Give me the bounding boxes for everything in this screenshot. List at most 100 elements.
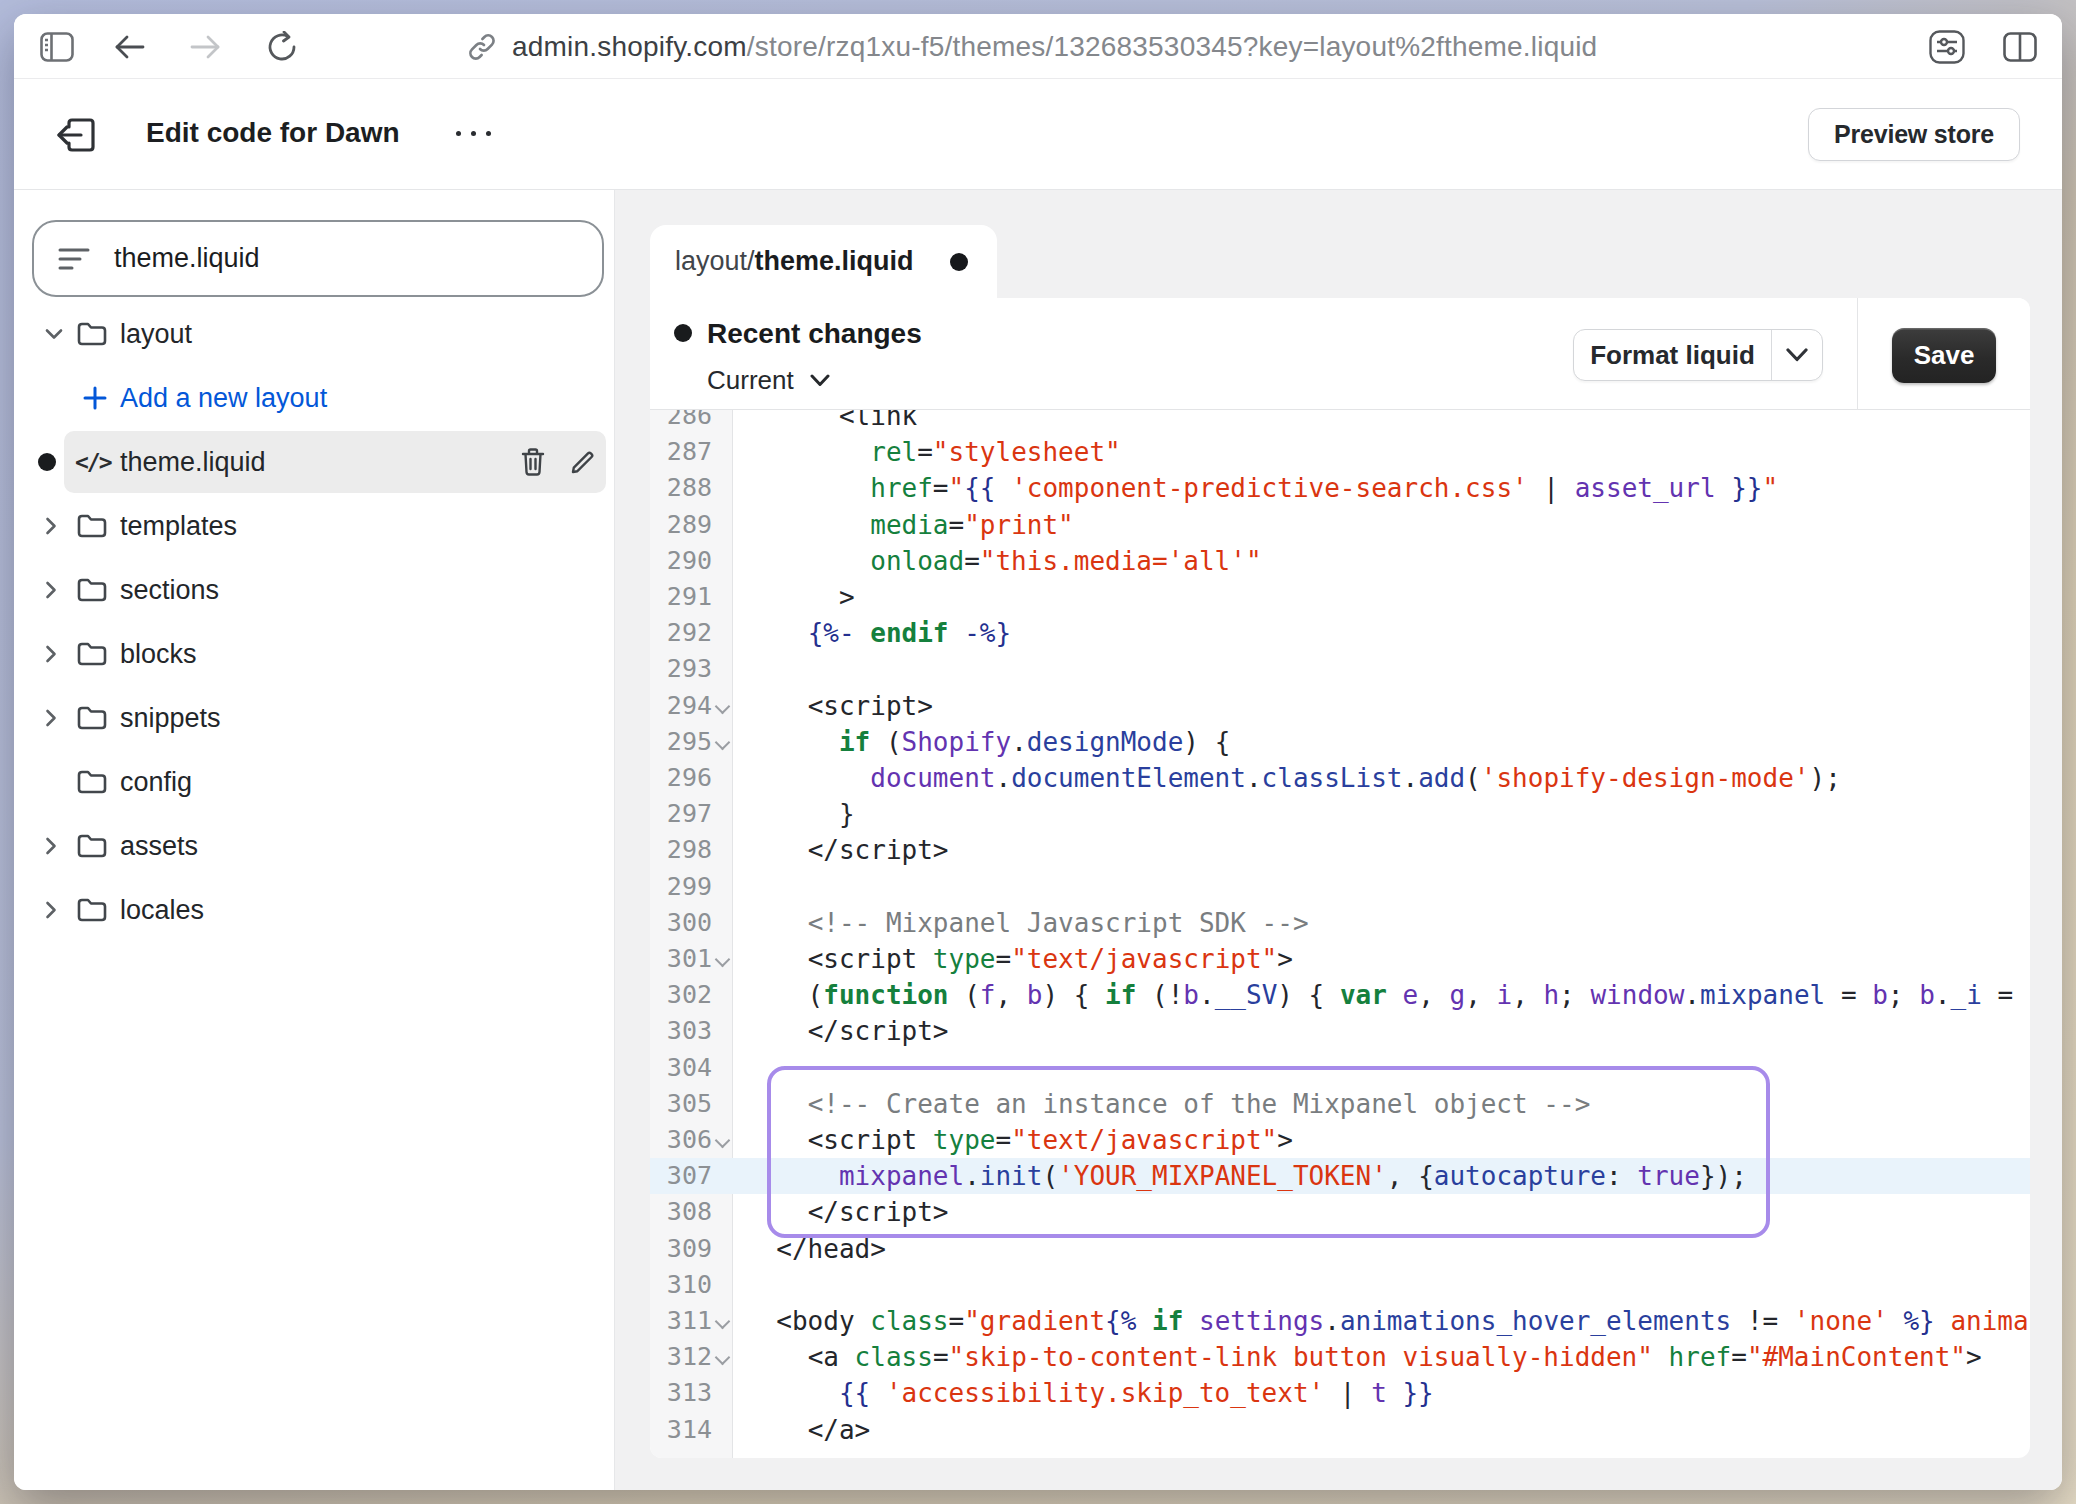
folder-icon <box>77 494 107 558</box>
code-line[interactable]: 289 media="print" <box>650 507 2030 543</box>
code-text: <body class="gradient{% if settings.anim… <box>745 1303 2029 1339</box>
sidebar-item-snippets[interactable]: snippets <box>14 686 614 750</box>
sidebar-item-assets[interactable]: assets <box>14 814 614 878</box>
code-text: onload="this.media='all'" <box>745 543 1262 579</box>
fold-chevron-icon[interactable] <box>716 737 728 749</box>
chevron-down-icon[interactable] <box>45 302 63 366</box>
line-number: 301 <box>650 941 712 977</box>
code-file-icon: </> <box>75 430 111 494</box>
line-number: 314 <box>650 1412 712 1448</box>
code-line[interactable]: 291 > <box>650 579 2030 615</box>
code-text: <a class="skip-to-content-link button vi… <box>745 1339 1982 1375</box>
code-line[interactable]: 309 </head> <box>650 1231 2030 1267</box>
code-line[interactable]: 292 {%- endif -%} <box>650 615 2030 651</box>
code-line[interactable]: 314 </a> <box>650 1412 2030 1448</box>
chevron-right-icon[interactable] <box>45 878 63 942</box>
chevron-right-icon[interactable] <box>45 814 63 878</box>
code-line[interactable]: 297 } <box>650 796 2030 832</box>
sidebar-item-theme-liquid[interactable]: </>theme.liquid <box>14 430 614 494</box>
format-options-chevron[interactable] <box>1772 348 1822 362</box>
delete-file-icon[interactable] <box>519 430 547 494</box>
fold-chevron-icon[interactable] <box>716 1352 728 1364</box>
code-text: mixpanel.init('YOUR_MIXPANEL_TOKEN', {au… <box>745 1158 1747 1194</box>
sidebar-item-layout[interactable]: layout <box>14 302 614 366</box>
unsaved-dot <box>950 253 968 271</box>
exit-icon[interactable] <box>53 112 99 158</box>
chevron-right-icon[interactable] <box>45 494 63 558</box>
code-text: {%- endif -%} <box>745 615 1011 651</box>
code-line[interactable]: 303 </script> <box>650 1013 2030 1049</box>
sidebar-item-templates[interactable]: templates <box>14 494 614 558</box>
reload-icon[interactable] <box>267 14 297 79</box>
url-bar[interactable]: admin.shopify.com/store/rzq1xu-f5/themes… <box>466 14 1597 79</box>
code-line[interactable]: 312 <a class="skip-to-content-link butto… <box>650 1339 2030 1375</box>
back-icon[interactable] <box>115 14 145 79</box>
sidebar-item-locales[interactable]: locales <box>14 878 614 942</box>
forward-icon[interactable] <box>190 14 220 79</box>
code-line[interactable]: 286 <link <box>650 410 2030 434</box>
fold-chevron-icon[interactable] <box>716 1316 728 1328</box>
code-line[interactable]: 305 <!-- Create an instance of the Mixpa… <box>650 1086 2030 1122</box>
line-number: 297 <box>650 796 712 832</box>
code-line[interactable]: 288 href="{{ 'component-predictive-searc… <box>650 470 2030 506</box>
code-line[interactable]: 299 <box>650 869 2030 905</box>
version-dropdown[interactable]: Current <box>707 365 830 396</box>
code-line[interactable]: 302 (function (f, b) { if (!b.__SV) { va… <box>650 977 2030 1013</box>
add-layout-link[interactable]: Add a new layout <box>14 366 614 430</box>
browser-window: admin.shopify.com/store/rzq1xu-f5/themes… <box>14 14 2062 1490</box>
chevron-right-icon[interactable] <box>45 622 63 686</box>
chevron-right-icon[interactable] <box>45 686 63 750</box>
recent-changes-label: Recent changes <box>707 318 922 350</box>
chevron-right-icon[interactable] <box>45 558 63 622</box>
fold-chevron-icon[interactable] <box>716 954 728 966</box>
tree-item-label: theme.liquid <box>120 430 266 494</box>
line-number: 287 <box>650 434 712 470</box>
code-text: if (Shopify.designMode) { <box>745 724 1230 760</box>
file-search-input[interactable]: theme.liquid <box>32 220 604 297</box>
sidebar-item-blocks[interactable]: blocks <box>14 622 614 686</box>
line-number: 308 <box>650 1194 712 1230</box>
code-line[interactable]: 294 <script> <box>650 688 2030 724</box>
code-text: </script> <box>745 1194 949 1230</box>
tab-label: layout/theme.liquid <box>675 246 914 277</box>
code-line[interactable]: 308 </script> <box>650 1194 2030 1230</box>
code-line[interactable]: 311 <body class="gradient{% if settings.… <box>650 1303 2030 1339</box>
code-line[interactable]: 290 onload="this.media='all'" <box>650 543 2030 579</box>
sidebar-toggle-icon[interactable] <box>40 14 74 79</box>
line-number: 305 <box>650 1086 712 1122</box>
code-line[interactable]: 310 <box>650 1267 2030 1303</box>
line-number: 304 <box>650 1050 712 1086</box>
sidebar-item-sections[interactable]: sections <box>14 558 614 622</box>
tree-item-label: layout <box>120 302 192 366</box>
line-number: 302 <box>650 977 712 1013</box>
fold-chevron-icon[interactable] <box>716 1135 728 1147</box>
extensions-icon[interactable] <box>1929 14 1965 79</box>
code-line[interactable]: 296 document.documentElement.classList.a… <box>650 760 2030 796</box>
line-number: 313 <box>650 1375 712 1411</box>
code-line[interactable]: 306 <script type="text/javascript"> <box>650 1122 2030 1158</box>
more-actions-icon[interactable] <box>456 79 491 187</box>
format-liquid-button[interactable]: Format liquid <box>1573 329 1823 381</box>
line-number: 312 <box>650 1339 712 1375</box>
filter-icon <box>58 246 92 272</box>
tree-item-label: config <box>120 750 192 814</box>
code-area[interactable]: 286 <link287 rel="stylesheet"288 href="{… <box>650 410 2030 1458</box>
code-line[interactable]: 298 </script> <box>650 832 2030 868</box>
sidebar-item-config[interactable]: config <box>14 750 614 814</box>
code-line[interactable]: 313 {{ 'accessibility.skip_to_text' | t … <box>650 1375 2030 1411</box>
code-line[interactable]: 304 <box>650 1050 2030 1086</box>
fold-chevron-icon[interactable] <box>716 701 728 713</box>
code-line[interactable]: 301 <script type="text/javascript"> <box>650 941 2030 977</box>
code-line[interactable]: 295 if (Shopify.designMode) { <box>650 724 2030 760</box>
link-icon <box>466 31 498 63</box>
code-line[interactable]: 300 <!-- Mixpanel Javascript SDK --> <box>650 905 2030 941</box>
split-view-icon[interactable] <box>2003 14 2037 79</box>
save-button[interactable]: Save <box>1892 328 1996 383</box>
code-line[interactable]: 307 mixpanel.init('YOUR_MIXPANEL_TOKEN',… <box>650 1158 2030 1194</box>
code-line[interactable]: 293 <box>650 651 2030 687</box>
code-line[interactable]: 287 rel="stylesheet" <box>650 434 2030 470</box>
plus-icon <box>83 366 107 430</box>
tab-theme-liquid[interactable]: layout/theme.liquid <box>650 225 997 298</box>
preview-store-button[interactable]: Preview store <box>1808 108 2020 161</box>
rename-file-icon[interactable] <box>569 430 597 494</box>
